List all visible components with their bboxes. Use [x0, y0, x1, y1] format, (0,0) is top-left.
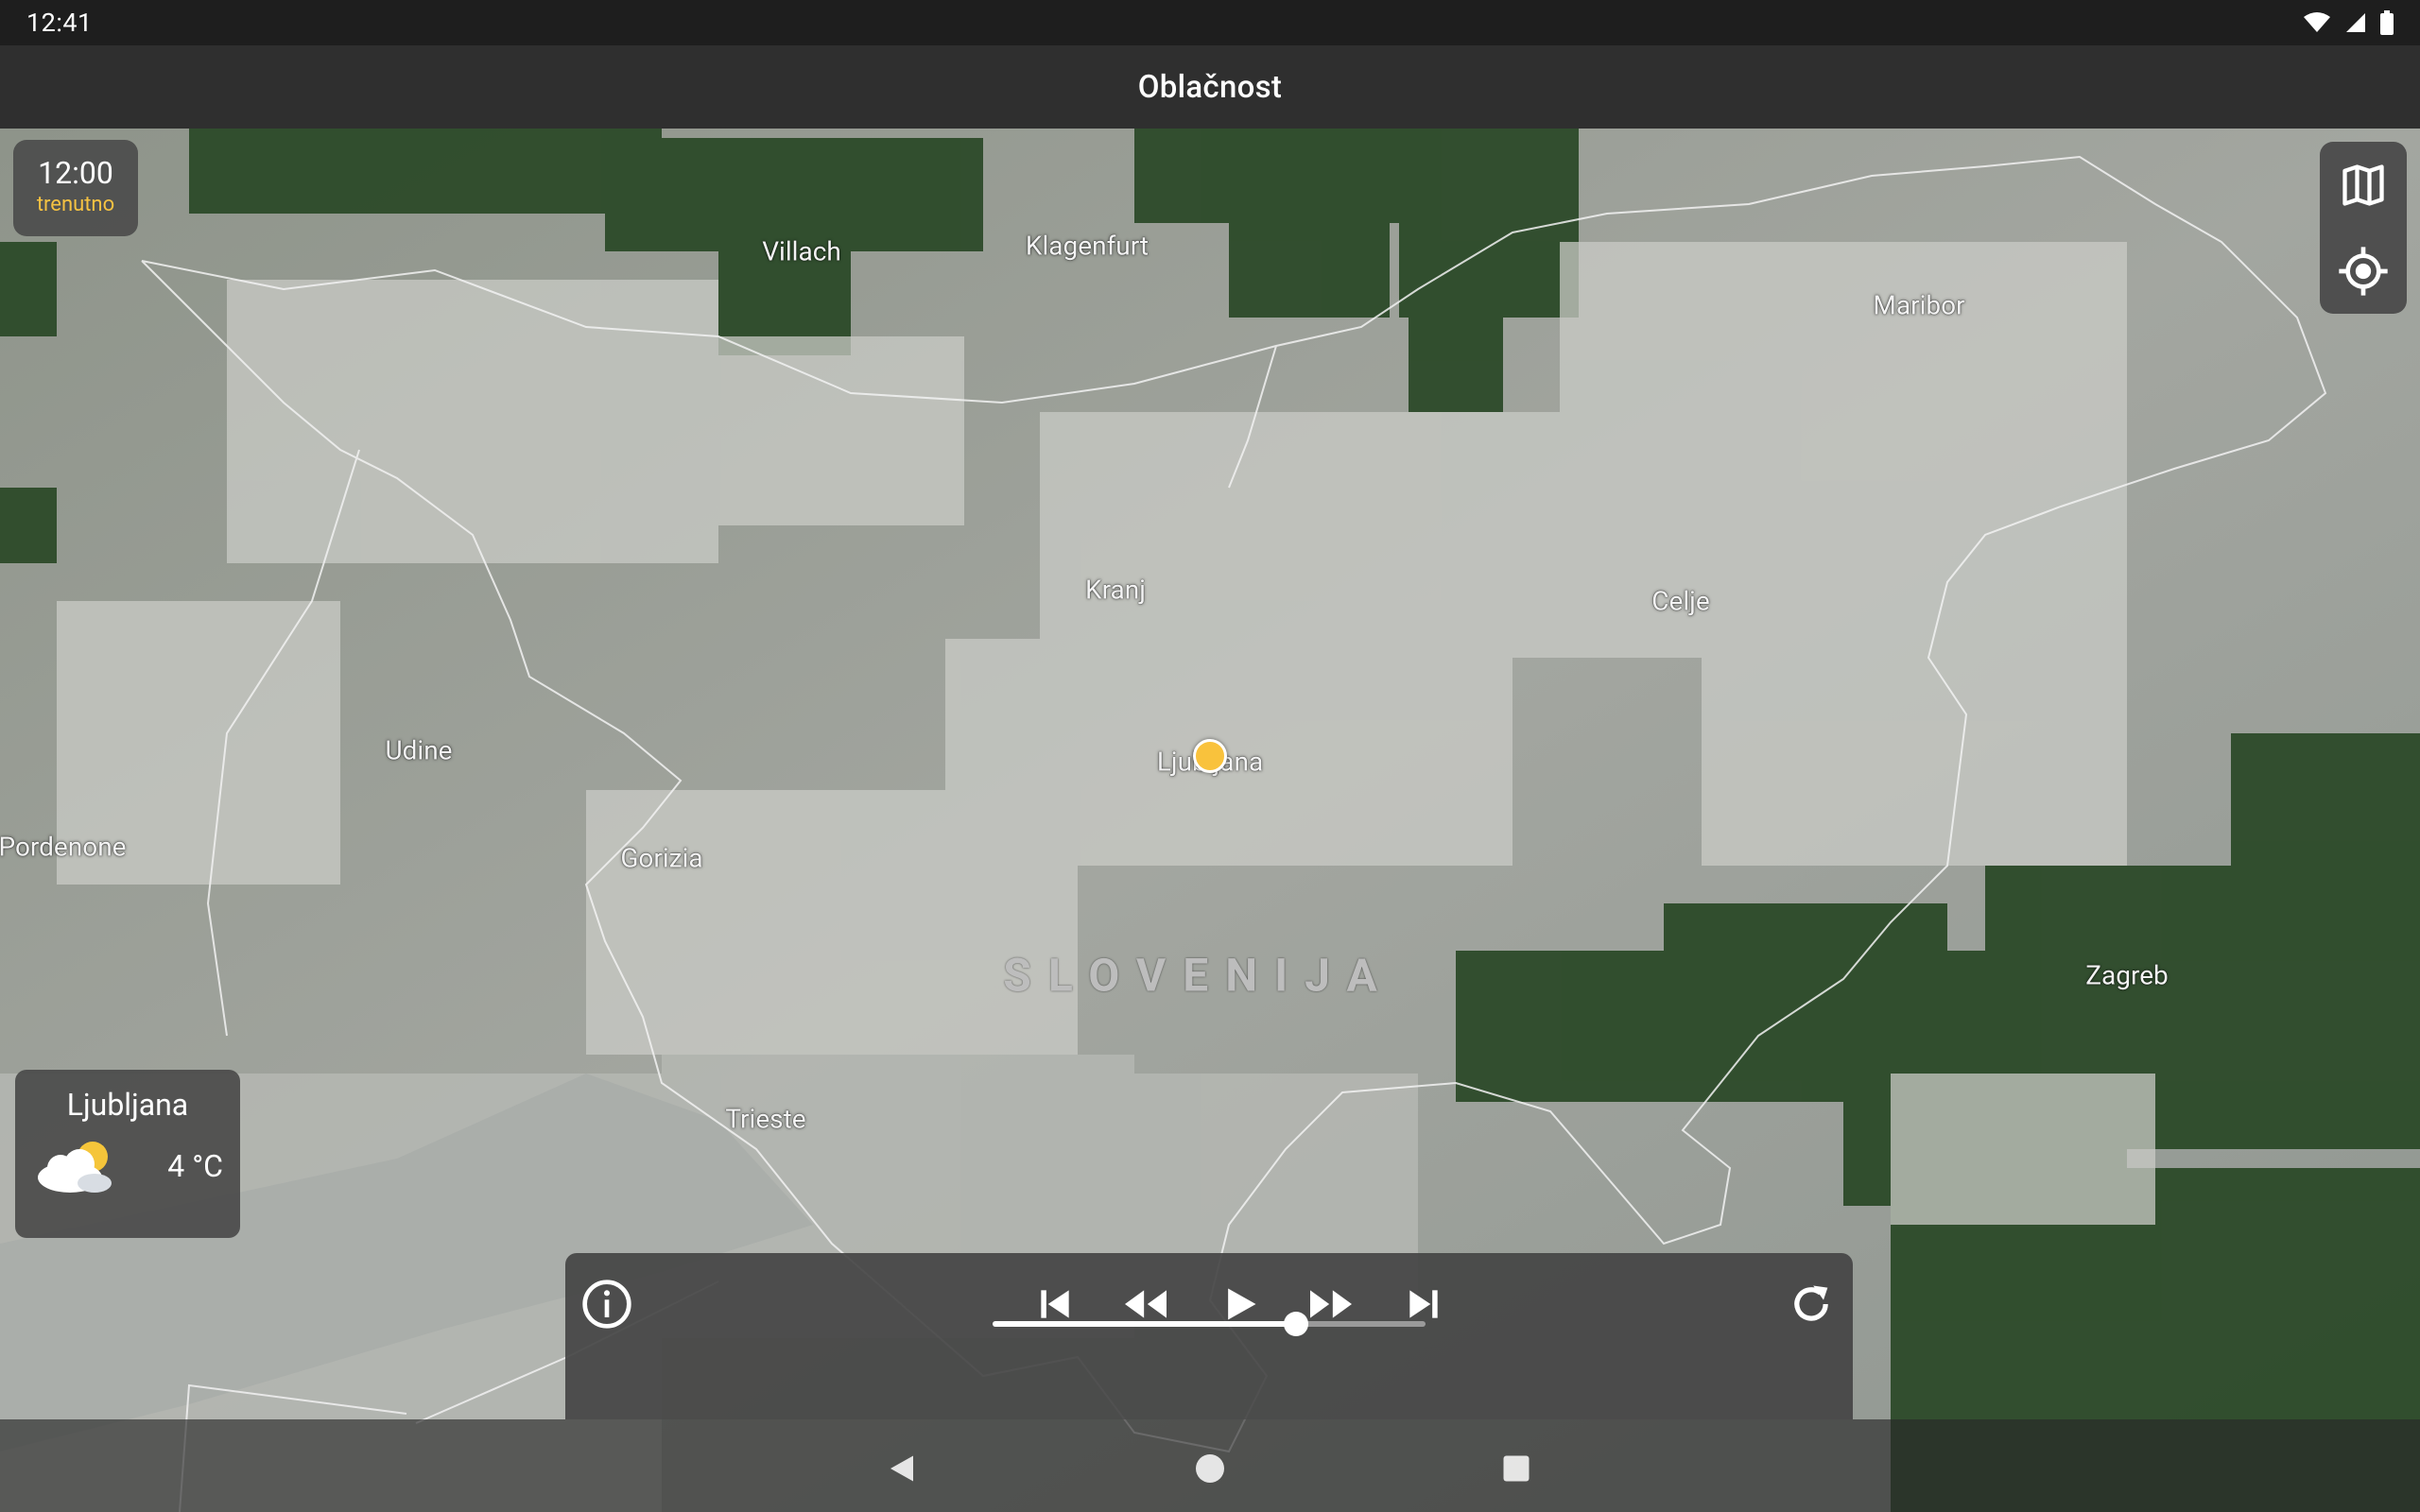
status-time: 12:41 — [26, 8, 93, 38]
refresh-icon — [1794, 1285, 1828, 1321]
timeline-slider[interactable] — [993, 1312, 1426, 1336]
animation-player — [565, 1253, 1853, 1419]
system-nav-bar — [0, 1419, 2420, 1512]
skip-previous-icon — [1041, 1290, 1069, 1318]
signal-icon — [2346, 13, 2365, 32]
status-icons — [2303, 10, 2394, 35]
timeline-slider-fill — [993, 1321, 1296, 1327]
partly-cloudy-icon — [38, 1142, 112, 1193]
recents-button[interactable] — [1490, 1442, 1543, 1495]
recents-icon — [1503, 1455, 1530, 1482]
city-label-zagreb: Zagreb — [2085, 959, 2169, 991]
info-button[interactable] — [577, 1274, 637, 1334]
time-badge: 12:00 trenutno — [13, 140, 138, 236]
weather-card-city: Ljubljana — [66, 1087, 189, 1123]
map-tools — [2320, 142, 2407, 314]
city-label-klagenfurt: Klagenfurt — [1025, 230, 1150, 262]
city-label-udine: Udine — [385, 734, 453, 766]
location-marker[interactable] — [1193, 739, 1227, 773]
my-location-button[interactable] — [2330, 238, 2396, 304]
status-bar: 12:41 — [0, 0, 2420, 45]
weather-card[interactable]: Ljubljana 4 °C — [15, 1070, 240, 1238]
skip-next-icon — [1409, 1290, 1438, 1318]
home-icon — [1196, 1454, 1224, 1483]
city-label-pordenone: Pordenone — [0, 831, 127, 863]
city-label-kranj: Kranj — [1085, 574, 1146, 606]
city-label-villach: Villach — [762, 235, 841, 267]
battery-icon — [2380, 10, 2394, 35]
time-badge-label: trenutno — [36, 193, 115, 216]
country-label: SLOVENIJA — [1003, 948, 1394, 1003]
time-badge-time: 12:00 — [38, 155, 113, 191]
city-label-maribor: Maribor — [1873, 289, 1965, 321]
map-layers-button[interactable] — [2330, 152, 2396, 218]
city-label-gorizia: Gorizia — [620, 842, 703, 874]
home-button[interactable] — [1184, 1442, 1236, 1495]
map-layers-icon — [2342, 163, 2384, 206]
city-label-trieste: Trieste — [725, 1103, 806, 1135]
app-bar: Oblačnost — [0, 45, 2420, 129]
rewind-icon — [1125, 1290, 1167, 1318]
refresh-button[interactable] — [1781, 1274, 1841, 1334]
page-title: Oblačnost — [1137, 68, 1283, 106]
my-location-icon — [2339, 246, 2388, 296]
play-icon — [1228, 1288, 1256, 1320]
info-icon — [582, 1280, 631, 1329]
back-icon — [890, 1455, 913, 1482]
wifi-icon — [2304, 12, 2330, 32]
fast-forward-icon — [1310, 1290, 1352, 1318]
timeline-slider-thumb[interactable] — [1283, 1312, 1308, 1336]
back-button[interactable] — [875, 1442, 928, 1495]
city-label-celje: Celje — [1651, 585, 1710, 617]
weather-card-temperature: 4 °C — [167, 1148, 223, 1184]
